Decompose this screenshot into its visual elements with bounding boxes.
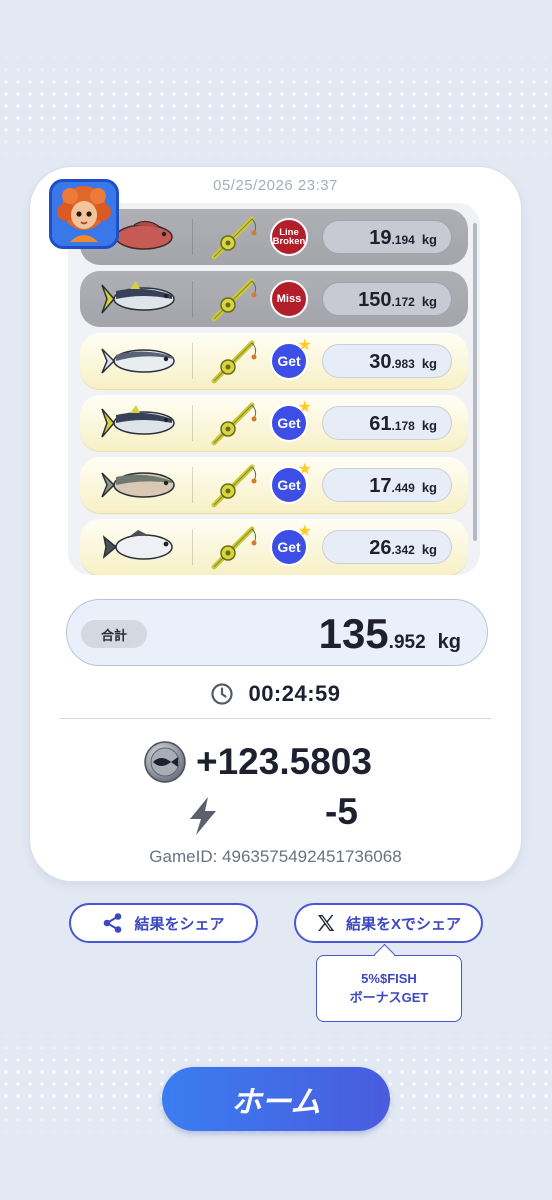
catch-status-text: Get	[277, 539, 301, 555]
catch-row: Line Broken 19.194 kg	[80, 209, 468, 265]
total-label: 合計	[81, 620, 147, 648]
catch-weight-int: 30	[369, 351, 392, 373]
total-weight-dec: .952	[388, 632, 426, 653]
catch-unit: kg	[421, 542, 437, 557]
catch-row: Get ★ 30.983 kg	[80, 333, 468, 389]
share-icon	[104, 913, 122, 933]
star-icon: ★	[297, 461, 312, 478]
share-on-x-button[interactable]: 結果をXでシェア	[294, 903, 483, 943]
fishing-rod-icon	[211, 216, 257, 260]
catch-status-badge: Line Broken	[270, 218, 308, 256]
star-icon: ★	[297, 399, 312, 416]
row-separator	[192, 219, 193, 255]
row-separator	[192, 529, 193, 565]
fish-icon	[101, 281, 175, 314]
elapsed-time-row: 00:24:59	[30, 681, 521, 707]
catch-status-badge: Miss	[270, 280, 308, 318]
fish-icon	[101, 472, 175, 498]
catch-status-text: Get	[277, 353, 301, 369]
catch-weight: 26.342 kg	[322, 530, 452, 564]
catch-list[interactable]: Line Broken 19.194 kg Miss 150.172 kg Get ★ 30.98…	[68, 203, 480, 575]
fish-icon	[101, 348, 175, 374]
catch-row: Get ★ 17.449 kg	[80, 457, 468, 513]
catch-status-badge: Get ★	[270, 524, 312, 566]
catch-weight: 19.194 kg	[322, 220, 452, 254]
catch-weight-dec: .449	[391, 481, 415, 495]
catch-weight-int: 17	[369, 475, 392, 497]
row-separator	[192, 405, 193, 441]
catch-unit: kg	[421, 418, 437, 433]
catch-weight: 150.172 kg	[322, 282, 452, 316]
catch-status-text: Broken	[272, 236, 306, 247]
total-weight-int: 135	[318, 610, 389, 657]
catch-unit: kg	[421, 294, 437, 309]
catch-weight-int: 26	[369, 537, 392, 559]
game-id: GameID: 4963575492451736068	[149, 847, 402, 866]
catch-status-text: Miss	[276, 292, 302, 305]
share-on-x-label: 結果をXでシェア	[345, 915, 461, 933]
background-dots-top	[0, 52, 552, 162]
catch-weight-dec: .178	[391, 419, 415, 433]
catch-weight-int: 150	[358, 289, 392, 311]
star-icon: ★	[297, 523, 312, 540]
bonus-tooltip: 5%$FISH ボーナスGET	[316, 955, 462, 1022]
catch-row: Miss 150.172 kg	[80, 271, 468, 327]
total-weight: 135 .952 kg	[319, 610, 461, 658]
fishing-rod-icon	[211, 526, 257, 570]
x-logo-icon	[317, 915, 335, 931]
fish-token-icon	[144, 741, 186, 783]
catch-status-badge: Get ★	[270, 338, 312, 380]
fishing-rod-icon	[211, 464, 257, 508]
catch-status-text: Get	[277, 415, 301, 431]
row-separator	[192, 281, 193, 317]
energy-cost: -5	[325, 791, 358, 832]
home-button[interactable]: ホーム	[162, 1067, 390, 1131]
star-icon: ★	[297, 337, 312, 354]
share-result-button[interactable]: 結果をシェア	[69, 903, 258, 943]
fishing-rod-icon	[211, 340, 257, 384]
bonus-line-2: ボーナスGET	[349, 989, 429, 1005]
fish-icon	[101, 405, 175, 438]
bonus-line-1: 5%$FISH	[361, 971, 417, 987]
catch-weight-dec: .983	[391, 357, 415, 371]
catch-weight-int: 61	[369, 413, 392, 435]
player-avatar[interactable]	[49, 179, 119, 249]
catch-status-text: Get	[277, 477, 301, 493]
fishing-rod-icon	[211, 402, 257, 446]
catch-row: Get ★ 26.342 kg	[80, 519, 468, 575]
catch-unit: kg	[421, 232, 437, 247]
token-reward: +123.5803	[144, 741, 372, 783]
row-separator	[192, 343, 193, 379]
total-weight-box: 合計 135 .952 kg	[66, 599, 488, 666]
elapsed-time: 00:24:59	[248, 681, 341, 706]
divider	[60, 718, 491, 719]
catch-weight-dec: .172	[391, 295, 415, 309]
catch-weight-dec: .194	[391, 233, 415, 247]
lightning-icon	[190, 797, 216, 835]
catch-weight: 30.983 kg	[322, 344, 452, 378]
fishing-rod-icon	[211, 278, 257, 322]
catch-status-badge: Get ★	[270, 462, 312, 504]
fish-icon	[102, 530, 173, 560]
catch-row: Get ★ 61.178 kg	[80, 395, 468, 451]
catch-unit: kg	[421, 356, 437, 371]
result-card: 05/25/2026 23:37 Line Broken 19.194 kg Miss 1…	[30, 167, 521, 881]
clock-icon	[211, 683, 234, 705]
total-weight-unit: kg	[437, 631, 461, 653]
catch-list-scrollbar[interactable]	[473, 223, 477, 541]
share-result-label: 結果をシェア	[134, 915, 225, 933]
catch-status-badge: Get ★	[270, 400, 312, 442]
catch-unit: kg	[421, 480, 437, 495]
catch-weight-int: 19	[369, 227, 392, 249]
row-separator	[192, 467, 193, 503]
catch-weight: 17.449 kg	[322, 468, 452, 502]
catch-weight: 61.178 kg	[322, 406, 452, 440]
catch-weight-dec: .342	[391, 543, 415, 557]
token-reward-value: +123.5803	[196, 741, 372, 782]
